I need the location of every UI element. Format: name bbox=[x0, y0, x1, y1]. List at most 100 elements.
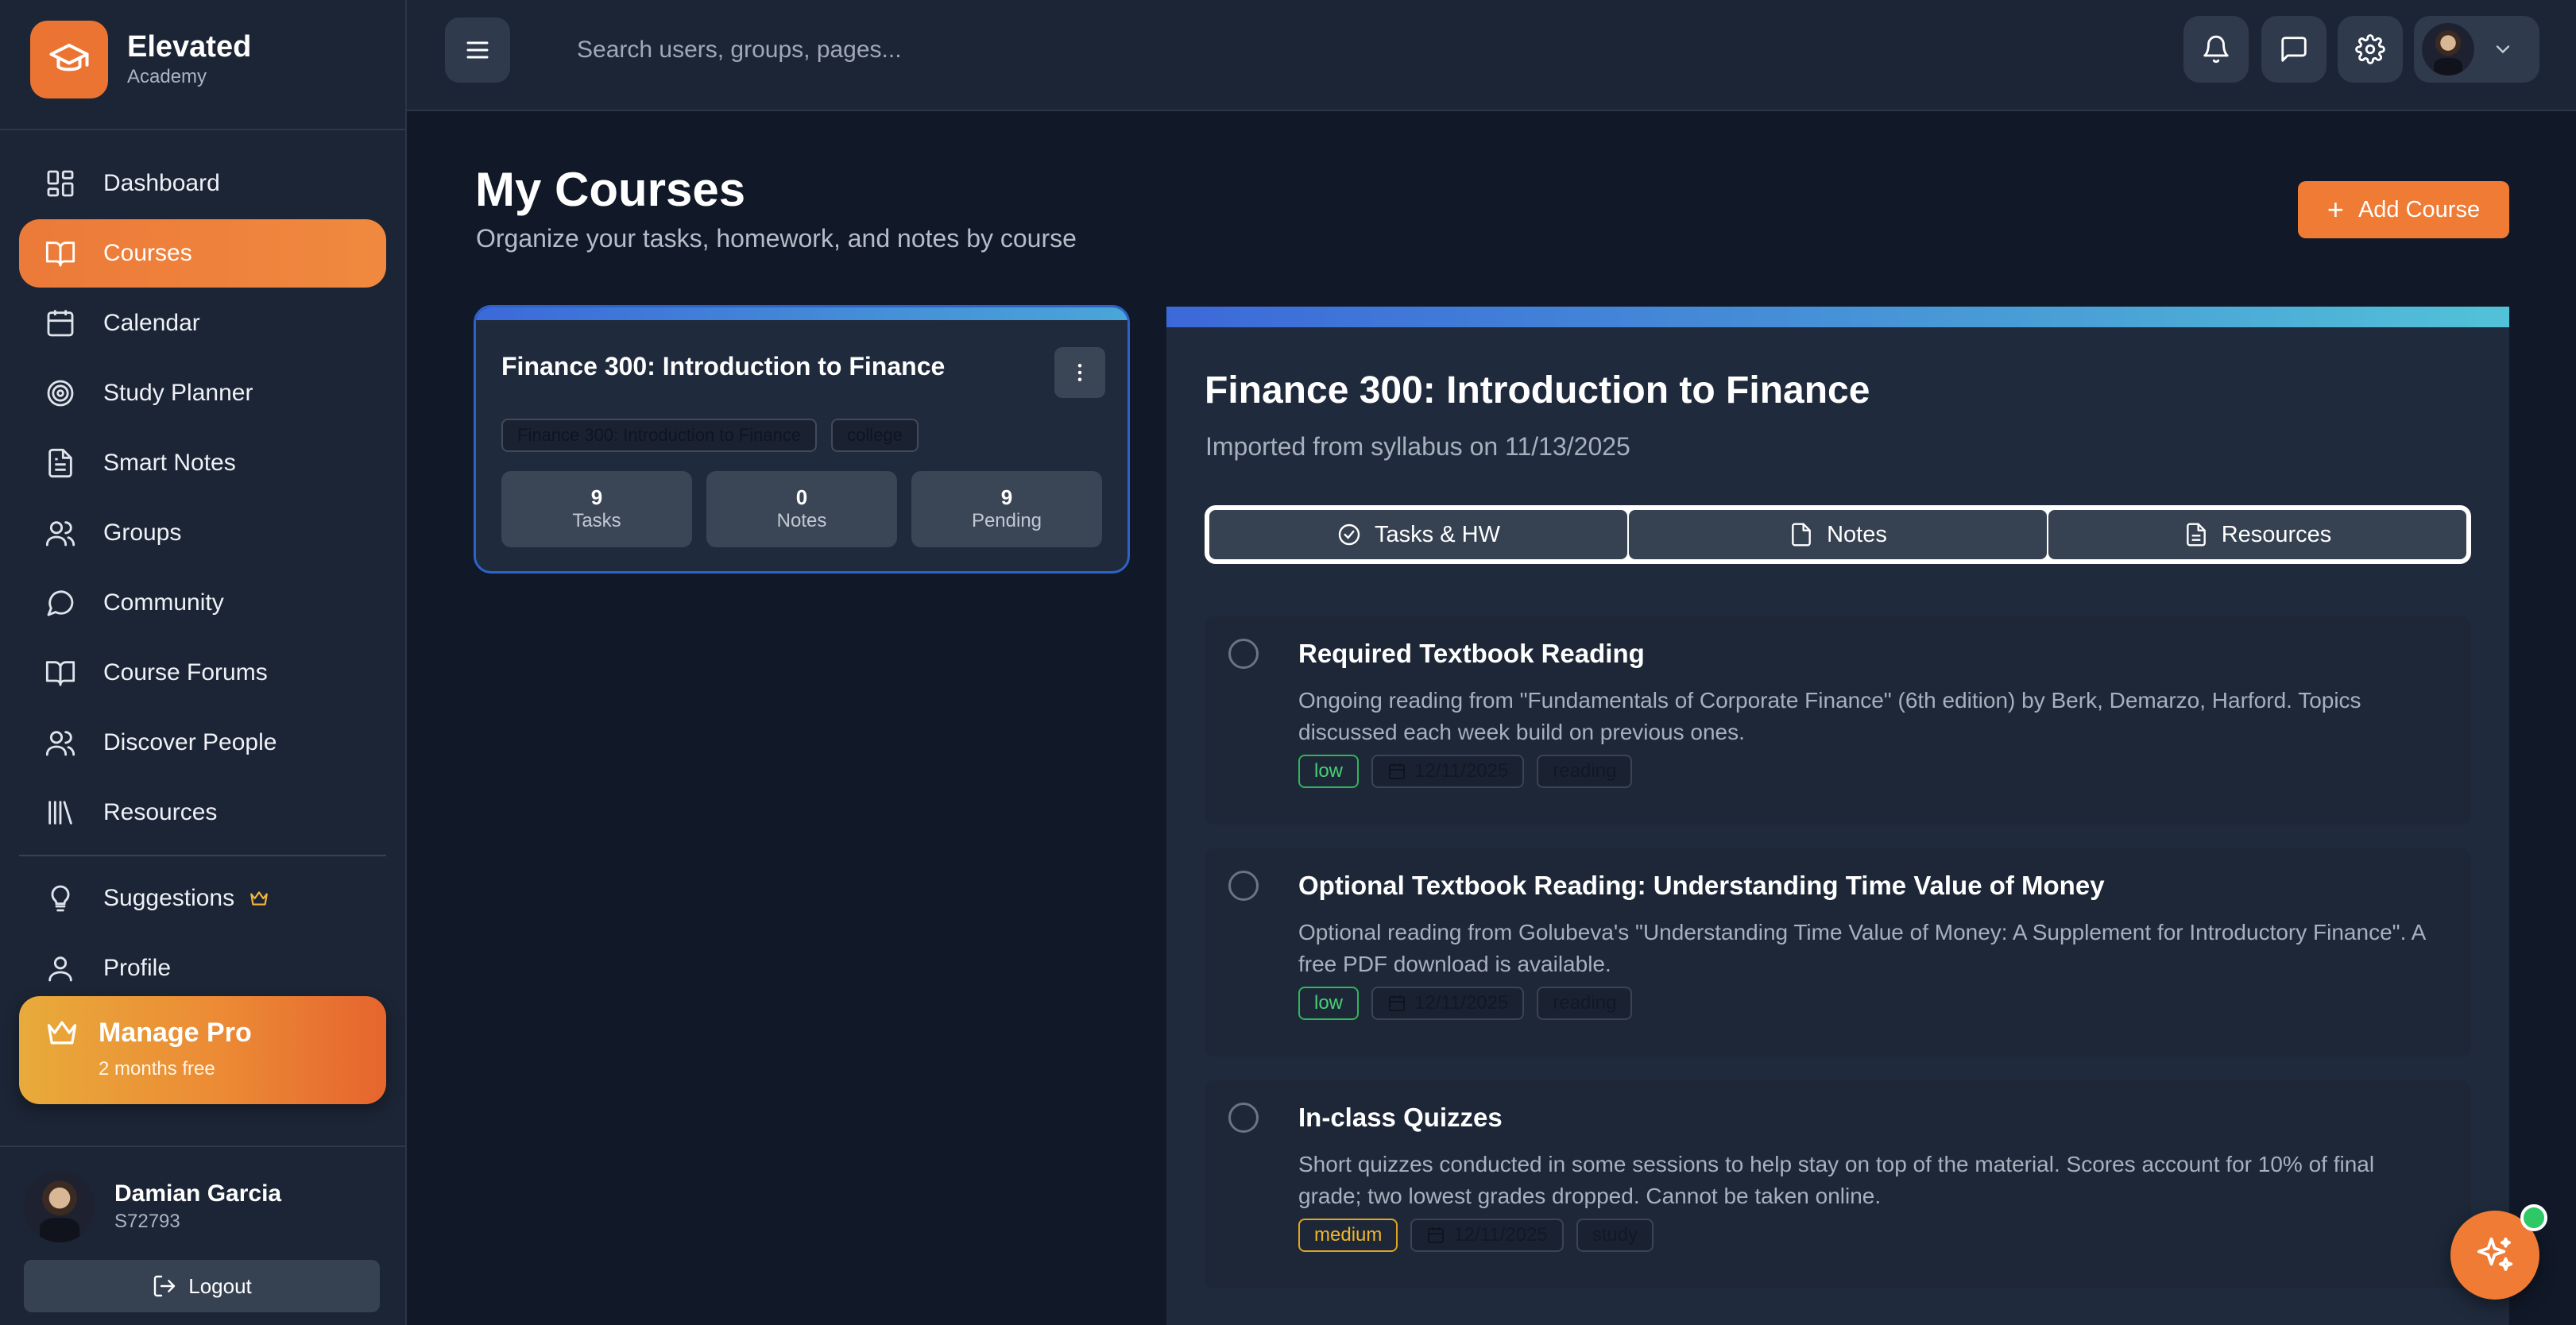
logout-button[interactable]: Logout bbox=[24, 1260, 380, 1312]
menu-button[interactable] bbox=[445, 17, 510, 83]
user-id: S72793 bbox=[114, 1211, 180, 1232]
chevron-down-icon bbox=[2492, 38, 2514, 60]
task-checkbox[interactable] bbox=[1228, 871, 1259, 901]
tab-label: Notes bbox=[1827, 521, 1887, 547]
task-description: Ongoing reading from "Fundamentals of Co… bbox=[1298, 688, 2361, 744]
divider bbox=[0, 129, 405, 130]
category-badge: study bbox=[1576, 1219, 1654, 1252]
user-name: Damian Garcia bbox=[114, 1180, 282, 1207]
crown-icon bbox=[44, 1015, 79, 1050]
crown-icon bbox=[249, 888, 269, 909]
users-icon bbox=[44, 517, 76, 549]
sidebar-item-label: Profile bbox=[103, 955, 172, 981]
sidebar-item-study-planner[interactable]: Study Planner bbox=[19, 359, 386, 427]
file-text-icon bbox=[2183, 522, 2209, 547]
lightbulb-icon bbox=[44, 883, 76, 914]
calendar-icon bbox=[44, 307, 76, 339]
topbar bbox=[407, 0, 2576, 111]
sidebar-item-label: Suggestions bbox=[103, 885, 235, 911]
task-description: Short quizzes conducted in some sessions… bbox=[1298, 1152, 2375, 1208]
sidebar: Elevated Academy Dashboard Courses Calen… bbox=[0, 0, 407, 1325]
course-tag: Finance 300: Introduction to Finance bbox=[501, 419, 818, 452]
sidebar-item-label: Course Forums bbox=[103, 659, 268, 686]
sidebar-item-groups[interactable]: Groups bbox=[19, 499, 386, 567]
add-course-label: Add Course bbox=[2357, 196, 2481, 222]
detail-title: Finance 300: Introduction to Finance bbox=[1205, 369, 1870, 411]
due-date-text: 12/11/2025 bbox=[1453, 1224, 1548, 1246]
sidebar-item-courses[interactable]: Courses bbox=[19, 219, 386, 288]
task-item[interactable]: Required Textbook Reading Ongoing readin… bbox=[1205, 616, 2471, 825]
tab-resources[interactable]: Resources bbox=[2048, 510, 2466, 559]
task-title: Required Textbook Reading bbox=[1298, 639, 1645, 668]
task-title: In-class Quizzes bbox=[1298, 1103, 1503, 1132]
task-item[interactable]: Optional Textbook Reading: Understanding… bbox=[1205, 848, 2471, 1057]
sidebar-item-label: Courses bbox=[103, 240, 192, 266]
page-subtitle: Organize your tasks, homework, and notes… bbox=[476, 224, 1077, 253]
sidebar-item-resources[interactable]: Resources bbox=[19, 778, 386, 847]
more-vertical-icon bbox=[1068, 361, 1092, 384]
course-card-title: Finance 300: Introduction to Finance bbox=[501, 352, 946, 381]
course-card[interactable]: Finance 300: Introduction to Finance Fin… bbox=[474, 305, 1130, 574]
avatar bbox=[24, 1171, 95, 1242]
task-title: Optional Textbook Reading: Understanding… bbox=[1298, 871, 2105, 900]
user-info[interactable]: Damian Garcia S72793 bbox=[24, 1171, 281, 1242]
due-date-badge: 12/11/2025 bbox=[1371, 755, 1525, 788]
settings-button[interactable] bbox=[2338, 16, 2403, 83]
task-checkbox[interactable] bbox=[1228, 639, 1259, 669]
task-item[interactable]: In-class Quizzes Short quizzes conducted… bbox=[1205, 1080, 2471, 1288]
stat-notes: 0 Notes bbox=[706, 471, 897, 547]
detail-tabs: Tasks & HW Notes Resources bbox=[1205, 505, 2471, 564]
sidebar-item-suggestions[interactable]: Suggestions bbox=[19, 864, 386, 933]
stat-value: 0 bbox=[795, 485, 808, 509]
calendar-icon bbox=[1426, 1226, 1445, 1245]
sidebar-item-label: Resources bbox=[103, 799, 218, 825]
book-open-icon bbox=[44, 238, 76, 269]
notifications-button[interactable] bbox=[2183, 16, 2249, 83]
file-icon bbox=[1789, 522, 1814, 547]
sidebar-item-discover-people[interactable]: Discover People bbox=[19, 709, 386, 777]
brand-subtitle: Academy bbox=[127, 66, 207, 87]
stat-label: Notes bbox=[776, 510, 827, 531]
plus-icon: + bbox=[2327, 193, 2344, 226]
stat-label: Tasks bbox=[572, 510, 621, 531]
gear-icon bbox=[2355, 34, 2385, 64]
sidebar-item-label: Community bbox=[103, 589, 224, 616]
search-input[interactable] bbox=[577, 24, 1292, 76]
priority-badge: low bbox=[1298, 987, 1360, 1020]
sidebar-item-label: Groups bbox=[103, 520, 182, 546]
course-tag: college bbox=[831, 419, 919, 452]
manage-pro-card[interactable]: Manage Pro 2 months free bbox=[19, 996, 386, 1104]
logout-label: Logout bbox=[188, 1273, 252, 1298]
task-checkbox[interactable] bbox=[1228, 1103, 1259, 1133]
sidebar-item-dashboard[interactable]: Dashboard bbox=[19, 149, 386, 218]
book-open-icon bbox=[44, 657, 76, 689]
course-options-button[interactable] bbox=[1054, 347, 1105, 398]
divider bbox=[19, 855, 386, 856]
category-badge: reading bbox=[1537, 755, 1633, 788]
sidebar-item-label: Calendar bbox=[103, 310, 200, 336]
tab-tasks-hw[interactable]: Tasks & HW bbox=[1209, 510, 1627, 559]
sidebar-item-profile[interactable]: Profile bbox=[19, 934, 386, 1002]
priority-badge: medium bbox=[1298, 1219, 1398, 1252]
profile-menu-button[interactable] bbox=[2414, 16, 2539, 83]
course-detail-panel: Finance 300: Introduction to Finance Imp… bbox=[1166, 307, 2509, 1325]
due-date-badge: 12/11/2025 bbox=[1410, 1219, 1564, 1252]
check-circle-icon bbox=[1336, 522, 1362, 547]
stat-pending: 9 Pending bbox=[911, 471, 1102, 547]
priority-badge: low bbox=[1298, 755, 1360, 788]
bell-icon bbox=[2201, 34, 2231, 64]
brand[interactable]: Elevated Academy bbox=[30, 21, 251, 99]
sidebar-item-calendar[interactable]: Calendar bbox=[19, 289, 386, 357]
sidebar-item-smart-notes[interactable]: Smart Notes bbox=[19, 429, 386, 497]
tab-notes[interactable]: Notes bbox=[1629, 510, 2047, 559]
sidebar-item-community[interactable]: Community bbox=[19, 569, 386, 637]
messages-button[interactable] bbox=[2261, 16, 2327, 83]
add-course-button[interactable]: + Add Course bbox=[2298, 181, 2509, 238]
stat-label: Pending bbox=[971, 510, 1042, 531]
sidebar-item-course-forums[interactable]: Course Forums bbox=[19, 639, 386, 707]
stat-value: 9 bbox=[1000, 485, 1013, 509]
chat-bubble-icon bbox=[44, 587, 76, 619]
task-description: Optional reading from Golubeva's "Unders… bbox=[1298, 920, 2425, 976]
detail-subtitle: Imported from syllabus on 11/13/2025 bbox=[1205, 432, 1630, 461]
graduation-cap-icon bbox=[30, 21, 108, 99]
